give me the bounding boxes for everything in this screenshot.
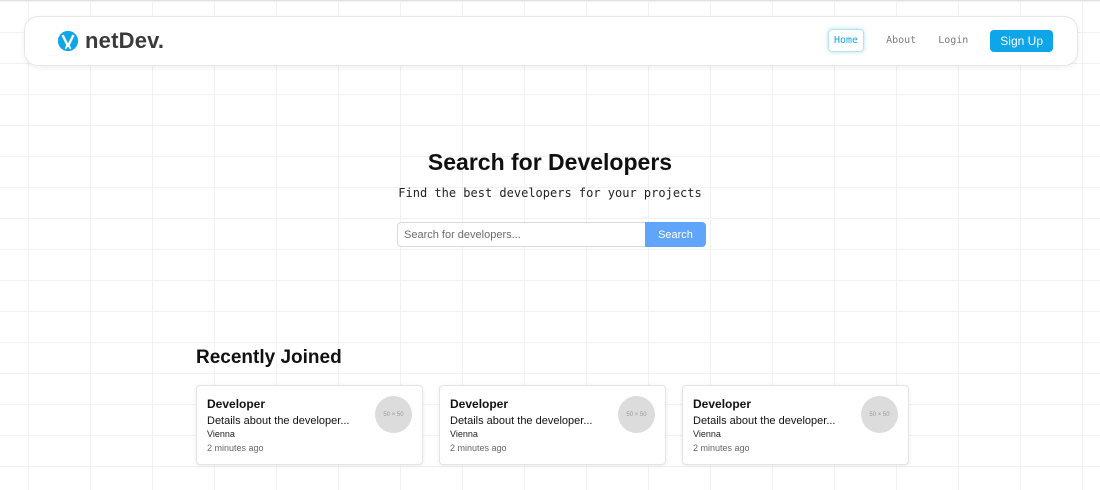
developer-card[interactable]: Developer Details about the developer...… — [439, 385, 666, 465]
nav-links: Home About Login Sign Up — [827, 29, 1053, 52]
avatar-placeholder: 50 × 50 — [618, 396, 655, 433]
developer-card-list: Developer Details about the developer...… — [196, 385, 909, 465]
recently-joined-title: Recently Joined — [196, 347, 342, 368]
card-description: Details about the developer... — [693, 415, 836, 427]
developer-card[interactable]: Developer Details about the developer...… — [196, 385, 423, 465]
card-title: Developer — [693, 397, 752, 411]
card-description: Details about the developer... — [207, 415, 350, 427]
card-location: Vienna — [693, 429, 721, 439]
card-timestamp: 2 minutes ago — [207, 443, 264, 453]
card-timestamp: 2 minutes ago — [693, 443, 750, 453]
card-location: Vienna — [207, 429, 235, 439]
avatar-placeholder: 50 × 50 — [375, 396, 412, 433]
search-box: Search — [397, 222, 706, 247]
avatar-placeholder: 50 × 50 — [861, 396, 898, 433]
nav-link-login[interactable]: Login — [938, 35, 968, 46]
card-title: Developer — [450, 397, 509, 411]
developer-card[interactable]: Developer Details about the developer...… — [682, 385, 909, 465]
brand[interactable]: netDev. — [57, 28, 164, 54]
nav-link-about[interactable]: About — [886, 35, 916, 46]
hero-subtitle: Find the best developers for your projec… — [398, 186, 702, 200]
signup-button[interactable]: Sign Up — [990, 29, 1053, 52]
card-timestamp: 2 minutes ago — [450, 443, 507, 453]
netdev-logo-icon — [57, 30, 79, 52]
card-location: Vienna — [450, 429, 478, 439]
nav-link-home[interactable]: Home — [827, 29, 865, 52]
card-title: Developer — [207, 397, 266, 411]
search-button[interactable]: Search — [645, 222, 706, 247]
brand-name: netDev. — [85, 28, 165, 53]
search-input[interactable] — [397, 222, 645, 247]
navbar: netDev. Home About Login Sign Up — [24, 16, 1078, 66]
card-description: Details about the developer... — [450, 415, 593, 427]
hero-title: Search for Developers — [427, 149, 673, 175]
